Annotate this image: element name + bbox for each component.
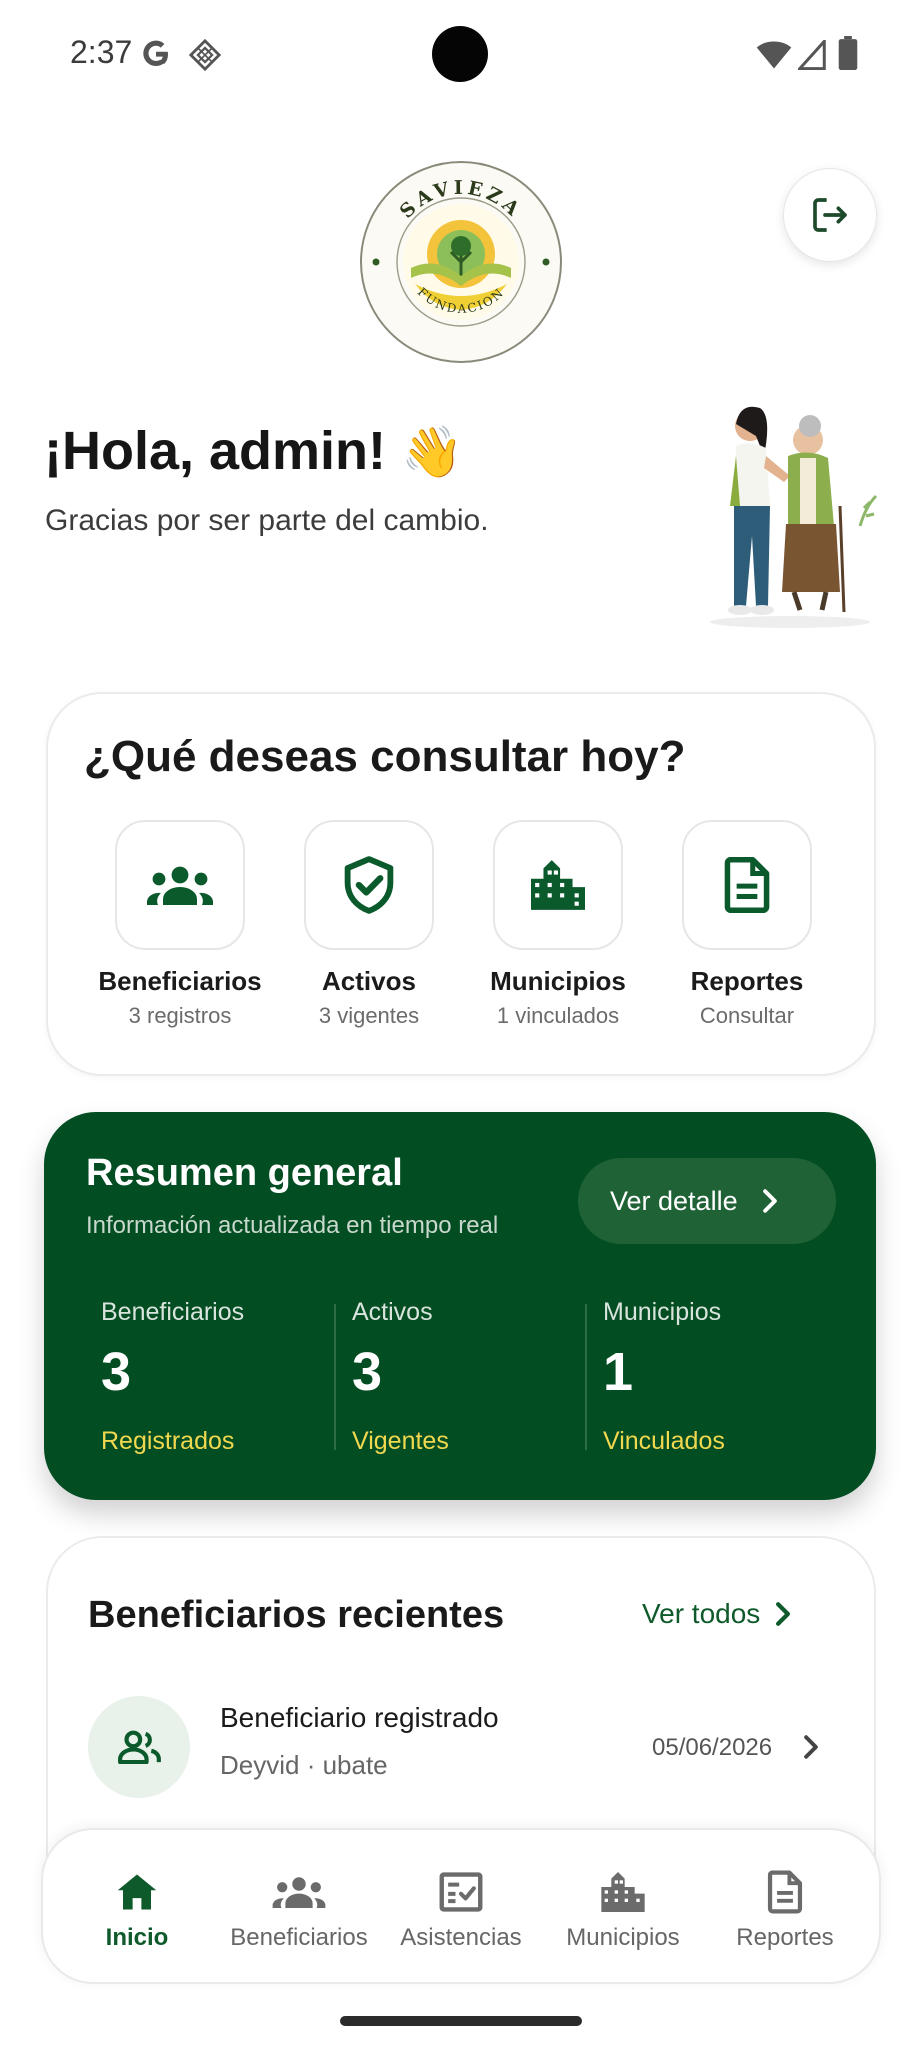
bottom-navigation: Inicio Beneficiarios Asistencias Municip… (41, 1828, 881, 1984)
shortcut-label: Reportes (690, 966, 804, 996)
shortcut-label: Beneficiarios (98, 966, 262, 996)
shortcut-sub: Consultar (699, 1003, 795, 1028)
nav-item-municipios[interactable]: Municipios (548, 1870, 698, 1970)
shortcut-sub: 1 vinculados (496, 1003, 620, 1028)
home-icon (117, 1874, 157, 1910)
shortcut-activos[interactable]: Activos 3 vigentes (279, 820, 459, 1050)
nav-label: Beneficiarios (230, 1924, 368, 1951)
stat-activos: Activos 3 Vigentes (352, 1298, 449, 1456)
caregiver-illustration (710, 406, 878, 628)
see-all-label: Ver todos (642, 1598, 761, 1629)
shortcut-reportes[interactable]: Reportes Consultar (657, 820, 837, 1050)
query-title: ¿Qué deseas consultar hoy? (84, 732, 686, 781)
recent-item-meta: Deyvid · ubate (220, 1750, 388, 1780)
stat-beneficiarios: Beneficiarios 3 Registrados (101, 1298, 244, 1456)
group-icon (147, 866, 213, 905)
wave-emoji: 👋 (401, 424, 464, 480)
camera-cutout (432, 26, 488, 82)
greeting-title: ¡Hola, admin! 👋 (44, 420, 463, 482)
shield-check-icon (344, 856, 394, 914)
stat-caption: Registrados (101, 1427, 235, 1455)
nav-label: Asistencias (400, 1924, 522, 1951)
summary-card: Resumen general Información actualizada … (44, 1112, 876, 1500)
shortcut-icon-box (682, 820, 812, 950)
people-icon (118, 1730, 161, 1764)
nav-label: Reportes (736, 1924, 834, 1951)
shortcut-icon-box (304, 820, 434, 950)
nav-item-reportes[interactable]: Reportes (710, 1870, 860, 1970)
nav-label: Municipios (566, 1924, 680, 1951)
shortcut-icon-box (493, 820, 623, 950)
chevron-right-icon (804, 1735, 818, 1759)
battery-icon (838, 36, 858, 70)
city-buildings-icon (531, 860, 585, 910)
stat-caption: Vinculados (603, 1427, 725, 1455)
group-icon (272, 1877, 326, 1908)
wifi-icon (756, 41, 792, 69)
chevron-right-icon (776, 1602, 791, 1626)
nav-label: Inicio (105, 1924, 169, 1951)
stat-divider (585, 1304, 587, 1450)
document-icon (767, 1870, 803, 1914)
greeting-text: ¡Hola, admin! (44, 421, 387, 481)
status-time: 2:37 (70, 34, 133, 70)
shortcut-icon-box (115, 820, 245, 950)
recent-title: Beneficiarios recientes (88, 1594, 505, 1636)
stat-municipios: Municipios 1 Vinculados (603, 1298, 725, 1456)
shortcut-label: Municipios (490, 966, 626, 996)
stat-divider (334, 1304, 336, 1450)
stat-value: 3 (352, 1342, 383, 1402)
signal-icon (798, 40, 826, 70)
stat-label: Municipios (603, 1298, 722, 1326)
view-detail-button[interactable]: Ver detalle (578, 1158, 836, 1244)
home-indicator[interactable] (340, 2016, 582, 2026)
see-all-link[interactable]: Ver todos (642, 1598, 792, 1630)
shortcut-municipios[interactable]: Municipios 1 vinculados (468, 820, 648, 1050)
summary-subtitle: Información actualizada en tiempo real (86, 1212, 499, 1239)
chevron-right-icon (762, 1189, 777, 1213)
google-g-icon (143, 40, 168, 66)
nav-item-asistencias[interactable]: Asistencias (386, 1870, 536, 1970)
stat-label: Activos (352, 1298, 433, 1326)
query-card: ¿Qué deseas consultar hoy? Beneficiarios… (46, 692, 876, 1076)
shortcut-sub: 3 registros (128, 1003, 232, 1028)
stat-value: 3 (101, 1342, 132, 1402)
diamond-icon (188, 38, 222, 72)
shortcut-beneficiarios[interactable]: Beneficiarios 3 registros (90, 820, 270, 1050)
shortcut-label: Activos (322, 966, 416, 996)
avatar (88, 1696, 190, 1798)
savieza-logo: SAVIEZA FUNDACION (360, 161, 562, 363)
logout-icon (813, 198, 847, 232)
stat-caption: Vigentes (352, 1427, 449, 1455)
nav-item-beneficiarios[interactable]: Beneficiarios (224, 1870, 374, 1970)
recent-item-name: Beneficiario registrado (220, 1702, 499, 1733)
list-item[interactable]: Beneficiario registrado Deyvid · ubate 0… (88, 1692, 840, 1802)
nav-item-inicio[interactable]: Inicio (62, 1870, 212, 1970)
stat-value: 1 (603, 1342, 634, 1402)
shortcut-sub: 3 vigentes (318, 1003, 420, 1028)
city-buildings-icon (601, 1872, 645, 1912)
stat-label: Beneficiarios (101, 1298, 245, 1326)
recent-beneficiaries-card: Beneficiarios recientes Ver todos Benefi… (46, 1536, 876, 1866)
checklist-icon (439, 1872, 483, 1912)
logout-button[interactable] (783, 168, 877, 262)
status-bar: 2:37 (0, 0, 921, 110)
view-detail-label: Ver detalle (610, 1185, 738, 1216)
greeting-subtitle: Gracias por ser parte del cambio. (45, 504, 489, 537)
document-icon (724, 856, 770, 914)
summary-title: Resumen general (86, 1152, 403, 1194)
recent-item-date: 05/06/2026 (652, 1734, 773, 1761)
